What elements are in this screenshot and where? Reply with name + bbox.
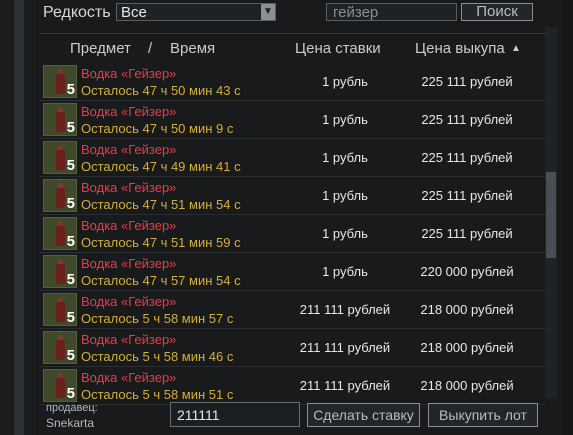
scrollbar[interactable]: [545, 27, 557, 399]
item-name: Водка «Гейзер»: [81, 66, 177, 81]
buyout-price: 225 111 рублей: [421, 226, 513, 241]
item-name: Водка «Гейзер»: [81, 294, 177, 309]
search-button[interactable]: Поиск: [461, 3, 533, 21]
vodka-bottle-icon: 5: [43, 141, 77, 174]
lot-row[interactable]: 5 Водка «Гейзер» Осталось 47 ч 51 мин 59 с…: [40, 215, 546, 253]
bid-price: 211 111 рублей: [299, 378, 391, 393]
header-buyout[interactable]: Цена выкупа: [415, 40, 505, 57]
item-quantity: 5: [66, 81, 75, 98]
vodka-bottle-icon: 5: [43, 179, 77, 212]
item-quantity: 5: [66, 233, 75, 250]
bottle-body: [56, 112, 65, 132]
buyout-price: 218 000 рублей: [420, 340, 514, 355]
bottle-body: [56, 226, 65, 246]
header-divider: [40, 33, 545, 34]
buyout-price: 225 111 рублей: [421, 74, 513, 89]
bottle-body: [56, 150, 65, 170]
bid-price: 1 рубль: [322, 150, 368, 165]
scrollbar-thumb[interactable]: [546, 172, 556, 258]
bottle-body: [56, 74, 65, 94]
bottle-body: [56, 302, 65, 322]
buyout-price: 218 000 рублей: [420, 302, 514, 317]
item-name: Водка «Гейзер»: [81, 370, 177, 385]
bid-price: 211 111 рублей: [299, 302, 391, 317]
item-quantity: 5: [66, 385, 75, 402]
item-quantity: 5: [66, 309, 75, 326]
bottle-body: [56, 378, 65, 398]
rail-bar: [14, 0, 24, 435]
time-left: Осталось 47 ч 49 мин 41 с: [81, 159, 241, 174]
time-left: Осталось 47 ч 57 мин 54 с: [81, 273, 241, 288]
vodka-bottle-icon: 5: [43, 65, 77, 98]
lot-list: 5 Водка «Гейзер» Осталось 47 ч 50 мин 43 с…: [40, 63, 546, 405]
seller-name: Snekarta: [46, 416, 95, 430]
vodka-bottle-icon: 5: [43, 255, 77, 288]
rarity-select-value: Все: [121, 4, 147, 21]
header-separator: /: [148, 40, 153, 57]
vodka-bottle-icon: 5: [43, 217, 77, 250]
time-left: Осталось 5 ч 58 мин 51 с: [81, 387, 234, 402]
lot-row[interactable]: 5 Водка «Гейзер» Осталось 5 ч 58 мин 46 с 2…: [40, 329, 546, 367]
bottle-body: [56, 340, 65, 360]
bid-price: 1 рубль: [322, 188, 368, 203]
bid-price: 1 рубль: [322, 112, 368, 127]
item-quantity: 5: [66, 347, 75, 364]
sort-asc-icon: ▲: [511, 43, 521, 54]
item-name: Водка «Гейзер»: [81, 256, 177, 271]
bid-price: 1 рубль: [322, 74, 368, 89]
vodka-bottle-icon: 5: [43, 103, 77, 136]
left-rail: [0, 0, 32, 435]
search-input[interactable]: гейзер: [326, 3, 457, 21]
lot-row[interactable]: 5 Водка «Гейзер» Осталось 5 ч 58 мин 57 с 2…: [40, 291, 546, 329]
lot-row[interactable]: 5 Водка «Гейзер» Осталось 5 ч 58 мин 51 с 2…: [40, 367, 546, 405]
vodka-bottle-icon: 5: [43, 369, 77, 402]
lot-row[interactable]: 5 Водка «Гейзер» Осталось 47 ч 49 мин 41 с…: [40, 139, 546, 177]
bid-price: 1 рубль: [322, 264, 368, 279]
time-left: Осталось 47 ч 50 мин 43 с: [81, 83, 241, 98]
item-quantity: 5: [66, 271, 75, 288]
bid-amount-input[interactable]: 211111: [170, 402, 300, 427]
bottle-body: [56, 188, 65, 208]
lot-row[interactable]: 5 Водка «Гейзер» Осталось 47 ч 51 мин 54 с…: [40, 177, 546, 215]
item-quantity: 5: [66, 157, 75, 174]
vodka-bottle-icon: 5: [43, 331, 77, 364]
rarity-label: Редкость: [43, 4, 111, 21]
header-item[interactable]: Предмет: [70, 40, 131, 57]
time-left: Осталось 5 ч 58 мин 57 с: [81, 311, 234, 326]
time-left: Осталось 47 ч 50 мин 9 с: [81, 121, 234, 136]
buyout-price: 225 111 рублей: [421, 112, 513, 127]
rarity-select[interactable]: Все ▼: [116, 3, 276, 21]
vodka-bottle-icon: 5: [43, 293, 77, 326]
item-name: Водка «Гейзер»: [81, 332, 177, 347]
item-quantity: 5: [66, 195, 75, 212]
item-name: Водка «Гейзер»: [81, 142, 177, 157]
place-bid-button[interactable]: Сделать ставку: [307, 403, 420, 427]
time-left: Осталось 5 ч 58 мин 46 с: [81, 349, 234, 364]
buyout-price: 225 111 рублей: [421, 188, 513, 203]
item-name: Водка «Гейзер»: [81, 180, 177, 195]
buyout-button[interactable]: Выкупить лот: [428, 403, 538, 427]
seller-label: продавец:: [46, 402, 98, 414]
chevron-down-icon[interactable]: ▼: [261, 4, 275, 20]
time-left: Осталось 47 ч 51 мин 59 с: [81, 235, 241, 250]
item-name: Водка «Гейзер»: [81, 104, 177, 119]
item-name: Водка «Гейзер»: [81, 218, 177, 233]
lot-row[interactable]: 5 Водка «Гейзер» Осталось 47 ч 50 мин 43 с…: [40, 63, 546, 101]
buyout-price: 218 000 рублей: [420, 378, 514, 393]
lot-row[interactable]: 5 Водка «Гейзер» Осталось 47 ч 57 мин 54 с…: [40, 253, 546, 291]
bid-price: 1 рубль: [322, 226, 368, 241]
header-bid[interactable]: Цена ставки: [295, 40, 381, 57]
time-left: Осталось 47 ч 51 мин 54 с: [81, 197, 241, 212]
buyout-price: 220 000 рублей: [420, 264, 514, 279]
buyout-price: 225 111 рублей: [421, 150, 513, 165]
lot-row[interactable]: 5 Водка «Гейзер» Осталось 47 ч 50 мин 9 с 1…: [40, 101, 546, 139]
bid-price: 211 111 рублей: [299, 340, 391, 355]
header-time[interactable]: Время: [170, 40, 215, 57]
item-quantity: 5: [66, 119, 75, 136]
bottle-body: [56, 264, 65, 284]
